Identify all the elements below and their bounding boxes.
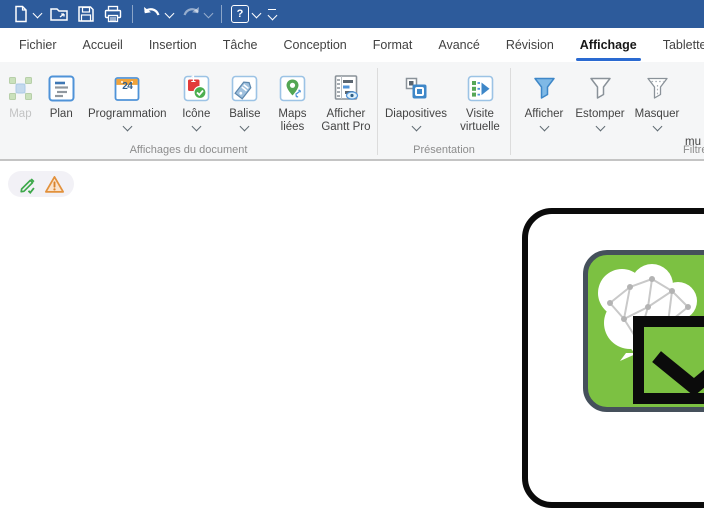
chevron-down-icon[interactable] — [252, 8, 262, 18]
tab-tache[interactable]: Tâche — [210, 28, 271, 62]
group-presentation: Présentation Diapositives — [378, 62, 510, 159]
ribbon-button-icone[interactable]: 1 Icône — [173, 70, 220, 130]
ribbon-button-balise[interactable]: Balise — [220, 70, 271, 130]
tab-avance[interactable]: Avancé — [425, 28, 492, 62]
ribbon-button-programmation[interactable]: 24 Programmation — [82, 70, 173, 130]
tab-tablette[interactable]: Tablette — [650, 28, 704, 62]
toolbar-separator — [221, 5, 222, 23]
group-affichages-du-document: Affichages du document Map — [0, 62, 377, 159]
ribbon-button-partial-label[interactable]: mu — [685, 136, 701, 148]
funnel-dotted-icon — [644, 72, 671, 104]
annotation-pill — [8, 171, 74, 197]
redo-icon — [181, 6, 201, 22]
map-pin-link-icon — [279, 72, 306, 104]
group-filtre: Filtre mu Afficher Estomper — [511, 62, 704, 159]
calendar-day-label: 24 — [114, 81, 140, 92]
icon-badge-label: 1 — [188, 74, 199, 84]
ribbon-tab-bar: Fichier Accueil Insertion Tâche Concepti… — [0, 28, 704, 62]
chevron-down-icon[interactable] — [165, 8, 175, 18]
chevron-down-icon[interactable] — [204, 8, 214, 18]
chevron-down-icon — [122, 122, 132, 132]
mindview-logo-card — [522, 208, 704, 508]
print-button[interactable] — [99, 2, 127, 26]
new-document-button[interactable] — [8, 2, 45, 26]
ribbon-button-afficher-gantt-pro[interactable]: Afficher Gantt Pro — [315, 70, 377, 134]
ribbon-button-afficher-filtre[interactable]: Afficher — [517, 70, 571, 130]
help-button[interactable]: ? — [227, 2, 264, 26]
ribbon-button-maps-liees[interactable]: Maps liées — [270, 70, 315, 134]
warning-triangle-icon[interactable] — [44, 175, 65, 194]
chevron-down-icon[interactable] — [33, 8, 43, 18]
outline-icon — [48, 72, 75, 104]
checkmark-icon — [644, 327, 704, 393]
tab-insertion[interactable]: Insertion — [136, 28, 210, 62]
save-icon — [77, 5, 95, 23]
funnel-filled-icon — [531, 72, 558, 104]
chevron-down-icon — [191, 122, 201, 132]
ribbon-button-diapositives[interactable]: Diapositives — [380, 70, 452, 130]
undo-icon — [142, 6, 162, 22]
tab-format[interactable]: Format — [360, 28, 426, 62]
tab-accueil[interactable]: Accueil — [70, 28, 136, 62]
tab-revision[interactable]: Révision — [493, 28, 567, 62]
undo-button[interactable] — [138, 2, 177, 26]
chevron-down-icon — [595, 122, 605, 132]
customize-toolbar-button[interactable] — [264, 2, 280, 26]
redo-button[interactable] — [177, 2, 216, 26]
tab-conception[interactable]: Conception — [271, 28, 360, 62]
print-icon — [103, 5, 123, 23]
save-button[interactable] — [73, 2, 99, 26]
toolbar-separator — [132, 5, 133, 23]
green-pen-check-icon[interactable] — [18, 174, 38, 194]
ribbon: Affichages du document Map — [0, 62, 704, 161]
open-folder-icon — [49, 5, 69, 23]
help-icon: ? — [231, 5, 249, 23]
ribbon-button-estomper[interactable]: Estomper — [571, 70, 629, 130]
chevron-down-icon — [652, 122, 662, 132]
chevron-down-icon — [240, 122, 250, 132]
group-label: Présentation — [378, 144, 510, 156]
group-label: Affichages du document — [0, 144, 377, 156]
ribbon-button-map: Map — [0, 70, 41, 121]
funnel-outline-icon — [587, 72, 614, 104]
gantt-chart-eye-icon — [332, 72, 360, 104]
chevron-down-icon — [539, 122, 549, 132]
ribbon-button-plan[interactable]: Plan — [41, 70, 82, 121]
chevron-down-icon — [411, 122, 421, 132]
titlebar: ? — [0, 0, 704, 28]
tab-affichage[interactable]: Affichage — [567, 28, 650, 62]
new-document-icon — [12, 5, 30, 23]
virtual-tour-icon — [467, 72, 494, 104]
ribbon-button-visite-virtuelle[interactable]: Visite virtuelle — [452, 70, 508, 134]
customize-toolbar-icon — [268, 9, 276, 20]
mindmap-icon — [7, 72, 34, 104]
calendar-icon: 24 — [114, 72, 140, 104]
slides-icon — [403, 72, 430, 104]
tag-icon — [231, 72, 258, 104]
open-button[interactable] — [45, 2, 73, 26]
icon-badge-icon: 1 — [183, 72, 210, 104]
ribbon-button-masquer[interactable]: Masquer — [629, 70, 685, 130]
checkmark-box — [633, 316, 704, 404]
tab-fichier[interactable]: Fichier — [6, 28, 70, 62]
